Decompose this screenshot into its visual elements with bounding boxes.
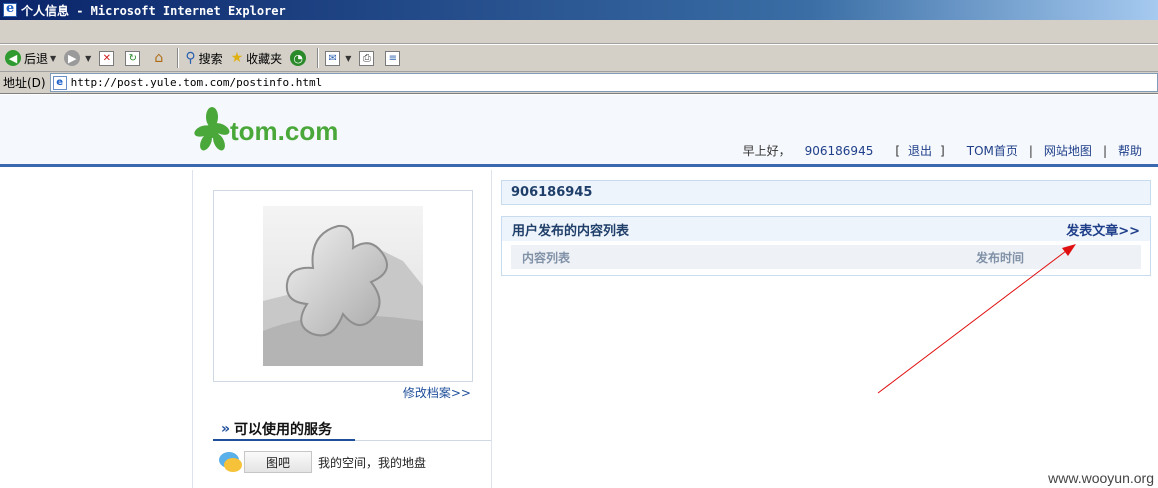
edit-button[interactable]: ≡ — [382, 47, 406, 69]
services-title: 可以使用的服务 — [234, 422, 333, 438]
favorites-label: 收藏夹 — [246, 51, 283, 66]
nav-link-tom-home[interactable]: TOM首页 — [967, 142, 1018, 159]
printer-icon: ⎙ — [359, 50, 375, 66]
nav-link-sitemap[interactable]: 网站地图 — [1044, 142, 1092, 159]
post-article-link[interactable]: 发表文章>> — [1066, 220, 1140, 239]
greeting-text: 早上好， — [742, 144, 791, 158]
mail-button[interactable]: ✉ ▼ — [322, 47, 354, 69]
search-button[interactable]: ⚲ 搜索 — [182, 47, 225, 69]
avatar-frame — [213, 190, 473, 382]
site-header: tom.com 早上好， 906186945 [ 退出 ] TOM首页 | 网站… — [0, 95, 1158, 167]
print-button[interactable]: ⎙ — [356, 47, 380, 69]
services-header: » 可以使用的服务 — [213, 419, 491, 441]
profile-sidebar: 修改档案>> » 可以使用的服务 图吧 我的空间，我的地盘 — [192, 170, 492, 488]
top-navigation: 早上好， 906186945 [ 退出 ] TOM首页 | 网站地图 | 帮助 — [743, 142, 1142, 159]
home-button[interactable]: ⌂ — [148, 47, 172, 69]
user-id-heading: 906186945 — [511, 185, 593, 200]
service-button-tuba[interactable]: 图吧 — [244, 451, 312, 473]
bracket-close: ] — [940, 143, 945, 158]
service-item: 图吧 我的空间，我的地盘 — [218, 450, 426, 474]
star-icon: ★ — [230, 50, 244, 66]
mail-icon: ✉ — [325, 50, 341, 66]
tom-logo[interactable]: tom.com — [194, 107, 338, 151]
chat-bubble-icon — [218, 450, 244, 474]
favorites-button[interactable]: ★ 收藏夹 — [228, 47, 286, 69]
back-button[interactable]: ◀ 后退 ▼ — [2, 47, 59, 69]
nav-divider: | — [1102, 143, 1107, 158]
bracket-open: [ — [895, 143, 901, 158]
tom-logo-text: tom.com — [230, 115, 339, 146]
search-icon: ⚲ — [185, 50, 196, 66]
edit-page-icon: ≡ — [385, 50, 401, 66]
stop-button[interactable]: ✕ — [96, 47, 120, 69]
window-titlebar: 个人信息 - Microsoft Internet Explorer — [0, 0, 1158, 20]
address-url: http://post.yule.tom.com/postinfo.html — [70, 76, 323, 89]
address-input[interactable]: e http://post.yule.tom.com/postinfo.html — [49, 73, 1158, 92]
default-avatar-image — [263, 206, 423, 366]
refresh-button[interactable]: ↻ — [122, 47, 146, 69]
search-label: 搜索 — [198, 51, 223, 66]
address-label: 地址(D) — [3, 76, 46, 90]
panel-header: 用户发布的内容列表 发表文章>> — [502, 217, 1150, 241]
mail-dropdown-icon[interactable]: ▼ — [345, 54, 351, 63]
double-chevron-icon: » — [221, 421, 231, 437]
toolbar-separator — [317, 48, 320, 68]
forward-dropdown-icon[interactable]: ▼ — [85, 54, 91, 63]
window-title: 个人信息 - Microsoft Internet Explorer — [21, 3, 286, 18]
forward-button[interactable]: ▶ ▼ — [61, 47, 94, 69]
list-column-header: 内容列表 发布时间 — [511, 245, 1141, 269]
column-publish-time: 发布时间 — [976, 250, 1025, 265]
logout-link[interactable]: 退出 — [908, 142, 932, 159]
forward-arrow-icon: ▶ — [64, 50, 81, 66]
nav-link-help[interactable]: 帮助 — [1118, 142, 1142, 159]
tom-logo-mark-icon — [194, 107, 230, 151]
page-icon: e — [52, 75, 67, 90]
nav-divider: | — [1028, 143, 1033, 158]
back-label: 后退 — [24, 51, 49, 66]
home-icon: ⌂ — [154, 50, 164, 66]
browser-toolbar: ◀ 后退 ▼ ▶ ▼ ✕ ↻ ⌂ ⚲ 搜索 ★ 收藏夹 ◔ ✉ ▼ ⎙ ≡ — [0, 44, 1158, 72]
history-icon: ◔ — [290, 50, 307, 66]
back-arrow-icon: ◀ — [5, 50, 21, 66]
panel-title: 用户发布的内容列表 — [512, 223, 630, 239]
ie-icon — [3, 1, 17, 17]
content-list-panel: 用户发布的内容列表 发表文章>> 内容列表 发布时间 — [501, 216, 1151, 276]
refresh-icon: ↻ — [125, 50, 141, 66]
back-dropdown-icon[interactable]: ▼ — [50, 54, 56, 63]
watermark-text: www.wooyun.org — [1048, 470, 1154, 486]
history-button[interactable]: ◔ — [287, 47, 312, 69]
username-link[interactable]: 906186945 — [805, 144, 874, 158]
address-bar: 地址(D) e http://post.yule.tom.com/postinf… — [0, 72, 1158, 94]
web-page: tom.com 早上好， 906186945 [ 退出 ] TOM首页 | 网站… — [0, 95, 1158, 488]
column-content-list: 内容列表 — [522, 250, 571, 265]
service-description: 我的空间，我的地盘 — [318, 455, 427, 470]
menu-bar — [0, 20, 1158, 44]
stop-icon: ✕ — [99, 50, 115, 66]
user-header-box: 906186945 — [501, 180, 1151, 205]
services-tab: » 可以使用的服务 — [213, 419, 355, 441]
edit-profile-link[interactable]: 修改档案>> — [403, 384, 471, 401]
toolbar-separator — [177, 48, 180, 68]
